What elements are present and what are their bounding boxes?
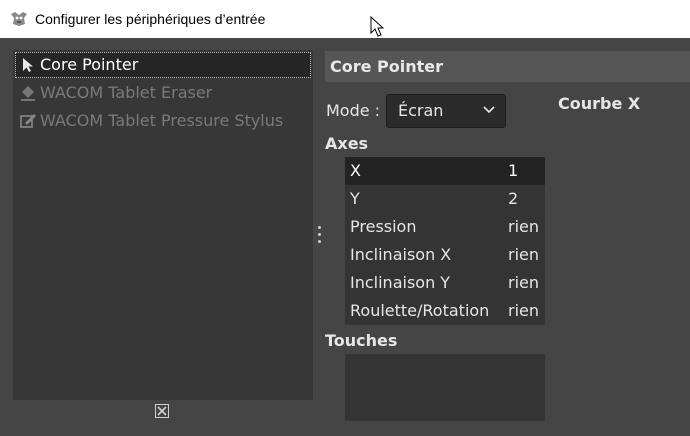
axis-value: rien xyxy=(508,273,540,292)
axis-name: Roulette/Rotation xyxy=(350,301,490,320)
axis-name: Pression xyxy=(350,217,417,236)
curve-title: Courbe X xyxy=(558,94,641,113)
close-icon[interactable] xyxy=(155,404,169,418)
pointer-arrow-icon xyxy=(23,58,33,72)
device-item-wacom-stylus[interactable]: WACOM Tablet Pressure Stylus xyxy=(15,108,311,134)
device-header-title: Core Pointer xyxy=(330,57,444,76)
axis-row-x[interactable]: X 1 xyxy=(345,157,545,185)
axis-value: 2 xyxy=(508,189,519,208)
device-item-wacom-eraser[interactable]: WACOM Tablet Eraser xyxy=(15,80,311,106)
axis-name: X xyxy=(350,161,361,180)
axis-row-tilt-y[interactable]: Inclinaison Y rien xyxy=(345,269,545,297)
axis-row-pressure[interactable]: Pression rien xyxy=(345,213,545,241)
eraser-icon xyxy=(21,86,35,101)
stylus-icon xyxy=(20,114,36,128)
keys-section-title: Touches xyxy=(325,331,398,350)
device-header: Core Pointer xyxy=(325,51,690,82)
axis-row-tilt-x[interactable]: Inclinaison X rien xyxy=(345,241,545,269)
axis-name: Inclinaison Y xyxy=(350,273,451,292)
device-item-core-pointer[interactable]: Core Pointer xyxy=(15,52,311,78)
axis-value: rien xyxy=(508,301,540,320)
axis-value: rien xyxy=(508,245,540,264)
mouse-cursor-icon xyxy=(370,16,385,37)
axes-section-title: Axes xyxy=(325,134,369,153)
axis-name: Y xyxy=(350,189,360,208)
pane-splitter-handle[interactable] xyxy=(316,226,322,248)
gimp-app-icon xyxy=(11,12,27,26)
chevron-down-icon xyxy=(483,106,495,114)
keys-list[interactable] xyxy=(345,354,545,421)
device-label: WACOM Tablet Eraser xyxy=(40,83,213,102)
axis-value: 1 xyxy=(508,161,519,180)
axis-name: Inclinaison X xyxy=(350,245,452,264)
mode-dropdown-value: Écran xyxy=(398,101,444,120)
title-bar: Configurer les périphériques d’entrée xyxy=(0,0,690,38)
mode-dropdown[interactable]: Écran xyxy=(386,94,506,128)
axis-row-y[interactable]: Y 2 xyxy=(345,185,545,213)
device-label: Core Pointer xyxy=(40,55,139,74)
mode-label: Mode : xyxy=(326,101,381,120)
axis-row-wheel[interactable]: Roulette/Rotation rien xyxy=(345,297,545,325)
axis-value: rien xyxy=(508,217,540,236)
device-list[interactable]: Core Pointer WACOM Tablet Eraser WACOM T… xyxy=(13,50,313,400)
axes-table[interactable]: X 1 Y 2 Pression rien Inclinaison X rien… xyxy=(345,157,545,325)
window-title: Configurer les périphériques d’entrée xyxy=(35,11,266,27)
device-label: WACOM Tablet Pressure Stylus xyxy=(40,111,284,130)
